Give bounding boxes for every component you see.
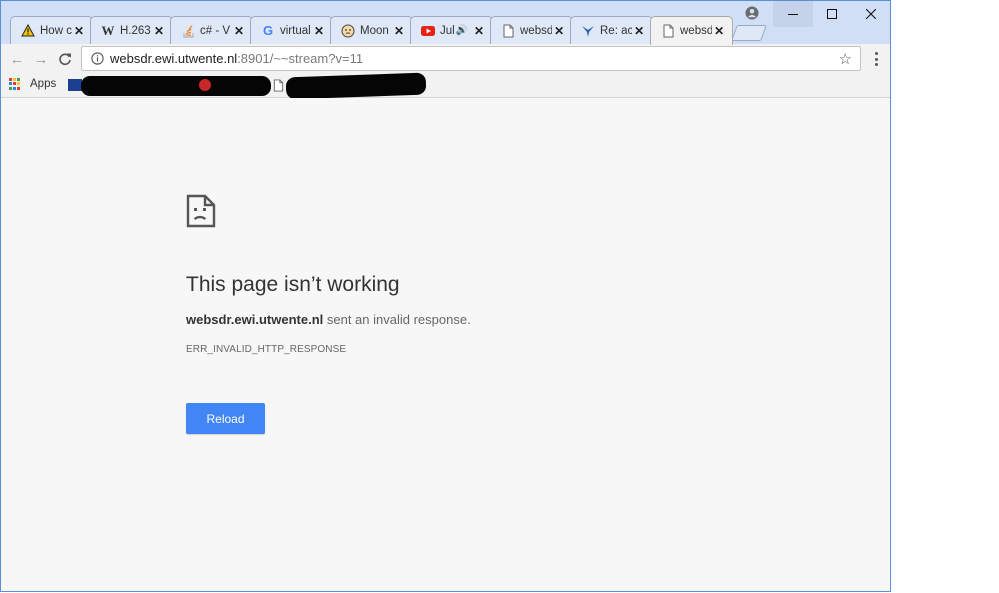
- apps-grid-icon: [9, 78, 21, 90]
- dot: [874, 52, 878, 55]
- bookmarks-bar: Apps: [1, 72, 890, 100]
- error-page: This page isn’t working websdr.ewi.utwen…: [1, 98, 890, 591]
- tab-title: virtual: [280, 24, 311, 37]
- apps-shortcut[interactable]: Apps: [9, 78, 56, 90]
- error-code: ERR_INVALID_HTTP_RESPONSE: [186, 344, 347, 355]
- error-description: websdr.ewi.utwente.nl sent an invalid re…: [186, 312, 471, 327]
- tab-strip: How c ✕ W H.263 ✕ c# - V ✕ G virtual ✕ M…: [1, 1, 890, 45]
- error-title: This page isn’t working: [186, 273, 400, 296]
- tab-7[interactable]: Re: ac ✕: [570, 16, 653, 44]
- close-icon[interactable]: ✕: [312, 24, 326, 38]
- arrow-right-icon: →: [33, 50, 49, 68]
- address-bar[interactable]: websdr.ewi.utwente.nl:8901/~~stream?v=11…: [81, 46, 861, 71]
- minimize-button[interactable]: [773, 1, 813, 27]
- speaker-icon[interactable]: 🔊: [456, 25, 468, 36]
- dot: [874, 63, 878, 66]
- info-icon[interactable]: [88, 52, 106, 65]
- page-icon[interactable]: [273, 79, 284, 97]
- tab-2[interactable]: c# - V ✕: [170, 16, 253, 44]
- tab-6[interactable]: websd ✕: [490, 16, 573, 44]
- dot: [874, 57, 878, 61]
- new-tab-button[interactable]: [731, 25, 767, 41]
- close-icon[interactable]: ✕: [392, 24, 406, 38]
- star-icon[interactable]: ☆: [839, 50, 852, 68]
- bird-icon: [581, 24, 595, 38]
- url-text: websdr.ewi.utwente.nl:8901/~~stream?v=11: [110, 51, 363, 66]
- tab-title: How c: [40, 24, 72, 37]
- close-icon[interactable]: ✕: [552, 24, 566, 38]
- reload-toolbar-button[interactable]: [55, 49, 75, 69]
- bookmark-favicon-red[interactable]: [199, 79, 211, 91]
- tab-1[interactable]: W H.263 ✕: [90, 16, 173, 44]
- tab-0[interactable]: How c ✕: [10, 16, 93, 44]
- tab-4[interactable]: Moon ✕: [330, 16, 413, 44]
- menu-button[interactable]: [869, 50, 883, 68]
- maximize-icon: [827, 9, 837, 19]
- profile-icon[interactable]: [739, 2, 765, 24]
- url-path: :8901/~~stream?v=11: [237, 51, 364, 66]
- minimize-icon: [788, 14, 798, 15]
- tab-title: Moon: [360, 24, 389, 37]
- close-icon[interactable]: ✕: [72, 24, 86, 38]
- tab-title: Re: ac: [600, 24, 633, 37]
- refresh-icon: [59, 53, 71, 66]
- close-icon[interactable]: ✕: [472, 24, 486, 38]
- tab-title: H.263: [120, 24, 151, 37]
- browser-window: How c ✕ W H.263 ✕ c# - V ✕ G virtual ✕ M…: [0, 0, 891, 592]
- error-host: websdr.ewi.utwente.nl: [186, 312, 324, 327]
- moon-face-icon: [341, 24, 355, 38]
- tab-title: Jul: [440, 24, 455, 37]
- bookmark-favicon[interactable]: [68, 79, 82, 91]
- tab-5[interactable]: Jul 🔊 ✕: [410, 16, 493, 44]
- tab-3[interactable]: G virtual ✕: [250, 16, 333, 44]
- window-close-button[interactable]: [851, 1, 890, 27]
- tab-title: c# - V: [200, 24, 231, 37]
- tab-8-active[interactable]: websd ✕: [650, 16, 733, 45]
- page-icon: [661, 24, 675, 38]
- youtube-icon: [421, 24, 435, 38]
- close-icon[interactable]: ✕: [232, 24, 246, 38]
- sad-page-icon: [186, 194, 216, 233]
- maximize-button[interactable]: [812, 1, 852, 27]
- google-icon: G: [262, 23, 274, 38]
- redacted-bookmark: [285, 72, 427, 100]
- warning-icon: [21, 24, 35, 38]
- wikipedia-icon: W: [101, 22, 115, 38]
- apps-label: Apps: [30, 78, 57, 90]
- redacted-bookmarks: [81, 76, 271, 96]
- close-icon: [866, 9, 876, 19]
- error-message: sent an invalid response.: [323, 312, 471, 327]
- tab-title: websd: [680, 25, 713, 37]
- tab-title: websd: [520, 24, 553, 37]
- stackoverflow-icon: [181, 24, 195, 38]
- back-button[interactable]: ←: [7, 49, 27, 69]
- toolbar: ← → websdr.ewi.utwente.nl:8901/~~stream?…: [1, 44, 890, 74]
- reload-button[interactable]: Reload: [186, 403, 265, 434]
- arrow-left-icon: ←: [9, 50, 25, 68]
- close-icon[interactable]: ✕: [152, 24, 166, 38]
- close-icon[interactable]: ✕: [712, 24, 726, 38]
- url-domain: websdr.ewi.utwente.nl: [110, 51, 238, 66]
- close-icon[interactable]: ✕: [632, 24, 646, 38]
- page-icon: [501, 24, 515, 38]
- forward-button[interactable]: →: [31, 49, 51, 69]
